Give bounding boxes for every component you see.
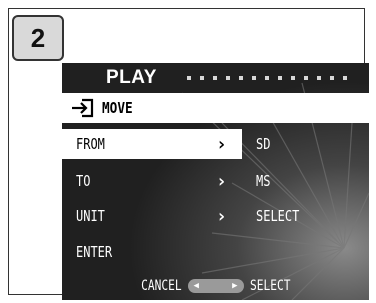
menu-row-value: SELECT: [256, 207, 300, 225]
chevron-right-icon: ›: [216, 170, 227, 192]
menu-action-bar: MOVE: [62, 93, 369, 123]
menu-row-value: MS: [256, 172, 271, 190]
step-number-badge: 2: [12, 15, 64, 61]
menu-row-label: ENTER: [76, 243, 113, 261]
chevron-right-icon: ›: [216, 205, 227, 227]
menu-row-label: UNIT: [76, 207, 105, 225]
menu-row-unit[interactable]: UNIT › SELECT: [62, 199, 369, 233]
menu-row-to[interactable]: TO › MS: [62, 164, 369, 198]
chevron-right-icon: ›: [216, 133, 227, 155]
menu-row-enter[interactable]: ENTER: [62, 235, 369, 269]
menu-header: PLAY: [62, 63, 369, 93]
left-right-button-icon: ◀ ▶: [187, 279, 244, 293]
menu-row-label: TO: [76, 172, 91, 190]
cancel-hint: CANCEL: [141, 278, 182, 294]
button-guide: CANCEL ◀ ▶ SELECT: [62, 272, 369, 300]
select-hint: SELECT: [249, 278, 290, 294]
move-label: MOVE: [102, 99, 133, 117]
step-number: 2: [30, 22, 46, 53]
camera-lcd-screen: PLAY MOVE FROM › SD TO › MS UNIT › SELEC…: [62, 63, 369, 300]
menu-row-label: FROM: [76, 135, 105, 153]
menu-title: PLAY: [106, 67, 157, 88]
menu-row-from[interactable]: FROM › SD: [62, 127, 369, 161]
move-icon: [72, 98, 94, 118]
menu-row-value: SD: [256, 135, 271, 153]
page-indicator-dots: [186, 76, 347, 80]
